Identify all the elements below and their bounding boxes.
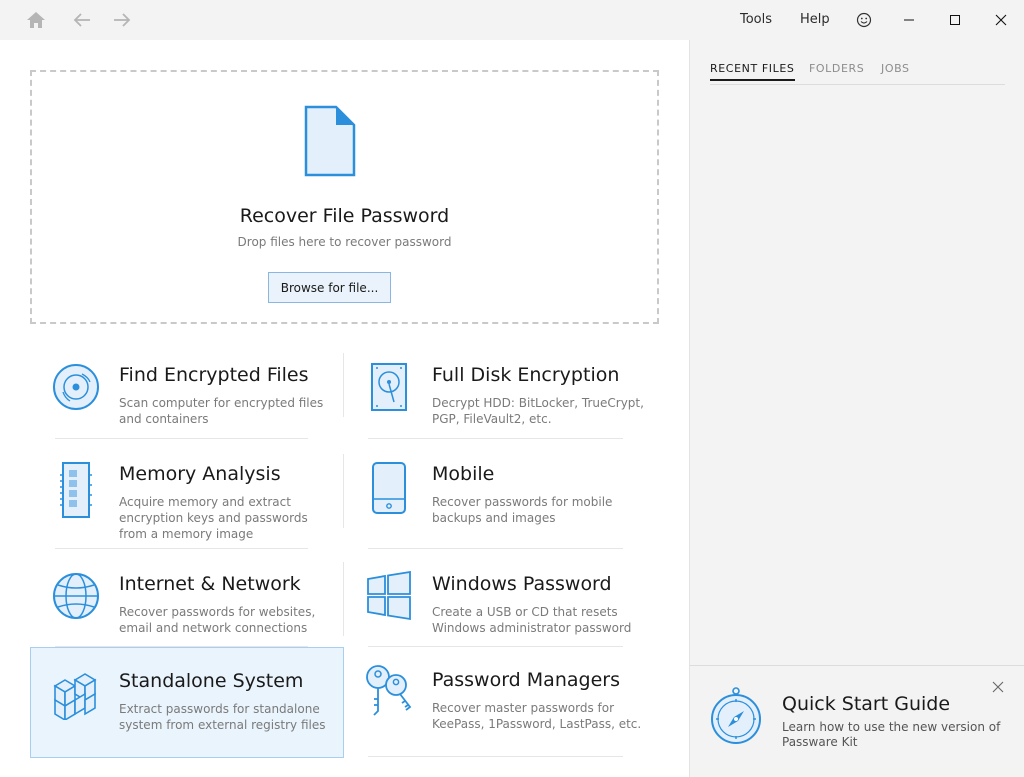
memory-stick-icon [51,461,101,518]
menu-tools[interactable]: Tools [740,12,772,27]
quick-start-title: Quick Start Guide [782,693,951,715]
dropzone-subtitle: Drop files here to recover password [237,235,452,249]
mobile-phone-icon [364,461,414,514]
tile-standalone-system[interactable]: Standalone System Extract passwords for … [30,647,344,758]
document-icon [303,105,357,177]
close-icon[interactable] [992,678,1008,694]
tile-description: Decrypt HDD: BitLocker, TrueCrypt, PGP, … [432,396,644,426]
tile-description: Recover master passwords for KeePass, 1P… [432,701,642,731]
dropzone-title: Recover File Password [239,205,450,227]
tile-title: Memory Analysis [119,463,281,485]
sidebar-tabs: RECENT FILES FOLDERS JOBS [710,61,1005,85]
hard-disk-icon [364,362,414,412]
tile-find-encrypted-files[interactable]: Find Encrypted Files Scan computer for e… [31,350,344,460]
browse-file-button[interactable]: Browse for file... [268,272,391,303]
tile-description: Extract passwords for standalone system … [119,702,326,732]
forward-arrow-icon[interactable] [110,8,134,32]
windows-logo-icon [364,570,414,621]
globe-icon [51,571,101,621]
tile-memory-analysis[interactable]: Memory Analysis Acquire memory and extra… [31,449,344,559]
disc-scan-icon [51,362,101,412]
quick-start-description: Learn how to use the new version of Pass… [782,720,1001,749]
tile-title: Internet & Network [119,573,301,595]
minimize-icon[interactable] [886,0,932,40]
right-sidebar: RECENT FILES FOLDERS JOBS Quick Start Gu… [689,40,1024,777]
tile-title: Windows Password [432,573,612,595]
tile-title: Full Disk Encryption [432,364,620,386]
tile-description: Create a USB or CD that resets Windows a… [432,605,632,635]
quick-start-panel[interactable]: Quick Start Guide Learn how to use the n… [690,665,1024,777]
menu-help[interactable]: Help [800,12,830,27]
tile-mobile[interactable]: Mobile Recover passwords for mobile back… [344,449,657,559]
tab-recent-files[interactable]: RECENT FILES [710,62,795,81]
tile-description: Recover passwords for websites, email an… [119,605,316,635]
compass-icon [710,686,762,746]
tile-password-managers[interactable]: Password Managers Recover master passwor… [344,647,657,757]
back-arrow-icon[interactable] [70,8,94,32]
home-icon[interactable] [24,8,48,32]
tile-title: Standalone System [119,670,304,692]
tile-description: Recover passwords for mobile backups and… [432,495,613,525]
maximize-icon[interactable] [932,0,978,40]
tile-title: Password Managers [432,669,620,691]
tab-folders[interactable]: FOLDERS [809,62,864,75]
title-bar: Tools Help [0,0,1024,40]
cubes-icon [51,670,101,722]
smiley-feedback-icon[interactable] [852,8,876,32]
tile-description: Acquire memory and extract encryption ke… [119,495,308,541]
close-icon[interactable] [978,0,1024,40]
file-drop-zone[interactable]: Recover File Password Drop files here to… [30,70,659,324]
main-panel: Recover File Password Drop files here to… [0,40,689,777]
tile-title: Mobile [432,463,495,485]
tile-full-disk-encryption[interactable]: Full Disk Encryption Decrypt HDD: BitLoc… [344,350,657,460]
tile-description: Scan computer for encrypted files and co… [119,396,324,426]
tab-jobs[interactable]: JOBS [881,62,910,75]
keys-icon [364,663,414,716]
tile-title: Find Encrypted Files [119,364,309,386]
